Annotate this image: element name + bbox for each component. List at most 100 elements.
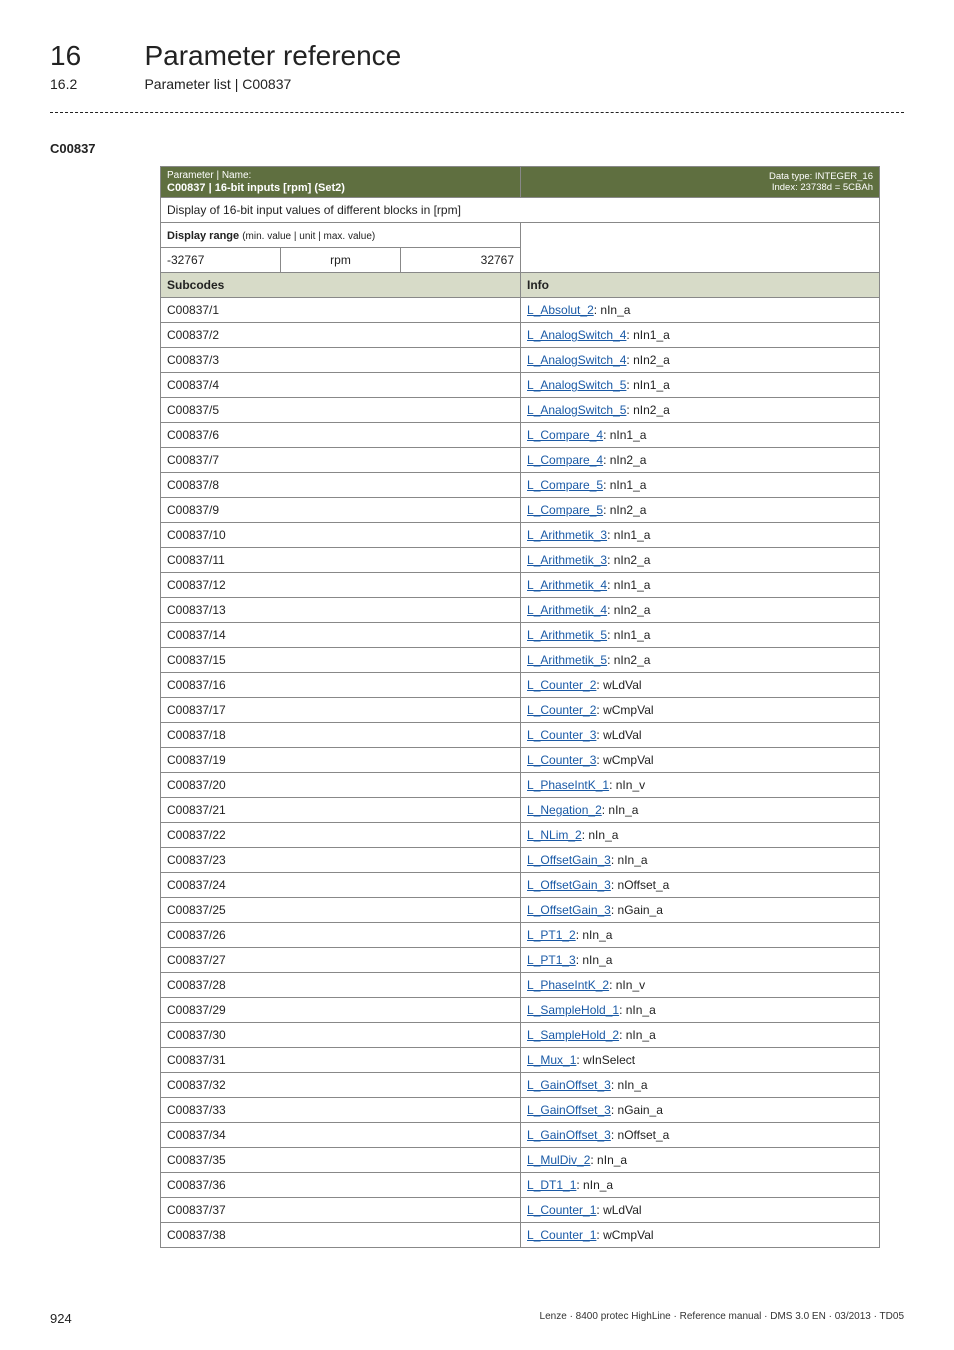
info-cell: L_Arithmetik_5: nIn2_a <box>521 648 880 673</box>
info-cell: L_OffsetGain_3: nOffset_a <box>521 873 880 898</box>
table-row: C00837/35 L_MulDiv_2: nIn_a <box>161 1148 880 1173</box>
subcode-cell: C00837/20 <box>161 773 521 798</box>
info-link[interactable]: L_NLim_2 <box>527 828 582 842</box>
subcodes-header-row: Subcodes Info <box>161 273 880 298</box>
display-range-label-row: Display range (min. value | unit | max. … <box>161 223 880 248</box>
info-link[interactable]: L_Negation_2 <box>527 803 602 817</box>
info-link[interactable]: L_MulDiv_2 <box>527 1153 590 1167</box>
info-link[interactable]: L_Counter_1 <box>527 1203 596 1217</box>
table-row: C00837/20L_PhaseIntK_1: nIn_v <box>161 773 880 798</box>
table-row: C00837/3L_AnalogSwitch_4: nIn2_a <box>161 348 880 373</box>
info-cell: L_GainOffset_3: nGain_a <box>521 1098 880 1123</box>
table-row: C00837/8L_Compare_5: nIn1_a <box>161 473 880 498</box>
header-right-line1: Data type: INTEGER_16 <box>769 171 873 182</box>
subcode-cell: C00837/13 <box>161 598 521 623</box>
info-link[interactable]: L_PhaseIntK_1 <box>527 778 609 792</box>
subcode-cell: C00837/28 <box>161 973 521 998</box>
info-link[interactable]: L_PhaseIntK_2 <box>527 978 609 992</box>
info-link[interactable]: L_Counter_2 <box>527 703 596 717</box>
info-link[interactable]: L_Arithmetik_3 <box>527 528 607 542</box>
info-suffix: : wLdVal <box>596 1203 641 1217</box>
display-range-label: Display range <box>167 230 239 242</box>
info-link[interactable]: L_Compare_5 <box>527 478 603 492</box>
subcode-cell: C00837/24 <box>161 873 521 898</box>
chapter-number: 16 <box>50 40 140 72</box>
table-row: C00837/16L_Counter_2: wLdVal <box>161 673 880 698</box>
table-header-row: Parameter | Name: C00837 | 16-bit inputs… <box>161 167 880 198</box>
info-link[interactable]: L_Arithmetik_3 <box>527 553 607 567</box>
info-link[interactable]: L_Counter_2 <box>527 678 596 692</box>
info-suffix: : nIn_a <box>590 1153 627 1167</box>
display-range-min: -32767 <box>161 248 281 273</box>
info-suffix: : nIn_a <box>576 1178 613 1192</box>
info-cell: L_DT1_1: nIn_a <box>521 1173 880 1198</box>
subcode-cell: C00837/34 <box>161 1123 521 1148</box>
info-link[interactable]: L_PT1_2 <box>527 928 576 942</box>
table-row: C00837/4 L_AnalogSwitch_5: nIn1_a <box>161 373 880 398</box>
table-row: C00837/5L_AnalogSwitch_5: nIn2_a <box>161 398 880 423</box>
info-link[interactable]: L_Arithmetik_4 <box>527 603 607 617</box>
info-link[interactable]: L_AnalogSwitch_5 <box>527 378 626 392</box>
info-cell: L_Negation_2: nIn_a <box>521 798 880 823</box>
table-row: C00837/12L_Arithmetik_4: nIn1_a <box>161 573 880 598</box>
info-link[interactable]: L_GainOffset_3 <box>527 1128 611 1142</box>
info-link[interactable]: L_Compare_4 <box>527 428 603 442</box>
table-row: C00837/26L_PT1_2: nIn_a <box>161 923 880 948</box>
info-link[interactable]: L_GainOffset_3 <box>527 1103 611 1117</box>
section-title: Parameter list | C00837 <box>144 76 291 92</box>
info-link[interactable]: L_Compare_5 <box>527 503 603 517</box>
info-cell: L_Compare_4: nIn1_a <box>521 423 880 448</box>
info-cell: L_GainOffset_3: nIn_a <box>521 1073 880 1098</box>
info-suffix: : nOffset_a <box>611 878 669 892</box>
subcode-cell: C00837/27 <box>161 948 521 973</box>
info-suffix: : nIn2_a <box>607 603 650 617</box>
table-row: C00837/33L_GainOffset_3: nGain_a <box>161 1098 880 1123</box>
table-row: C00837/31L_Mux_1: wInSelect <box>161 1048 880 1073</box>
info-link[interactable]: L_OffsetGain_3 <box>527 903 611 917</box>
table-row: C00837/32L_GainOffset_3: nIn_a <box>161 1073 880 1098</box>
info-link[interactable]: L_AnalogSwitch_4 <box>527 353 626 367</box>
info-link[interactable]: L_Arithmetik_5 <box>527 653 607 667</box>
info-cell: L_Mux_1: wInSelect <box>521 1048 880 1073</box>
table-row: C00837/24L_OffsetGain_3: nOffset_a <box>161 873 880 898</box>
info-suffix: : nIn_a <box>594 303 631 317</box>
info-suffix: : nIn_a <box>619 1028 656 1042</box>
info-link[interactable]: L_Counter_1 <box>527 1228 596 1242</box>
info-link[interactable]: L_Counter_3 <box>527 753 596 767</box>
info-link[interactable]: L_Arithmetik_4 <box>527 578 607 592</box>
subcode-cell: C00837/4 <box>161 373 521 398</box>
info-suffix: : nIn1_a <box>626 378 669 392</box>
table-row: C00837/14L_Arithmetik_5: nIn1_a <box>161 623 880 648</box>
info-link[interactable]: L_Absolut_2 <box>527 303 594 317</box>
info-link[interactable]: L_Arithmetik_5 <box>527 628 607 642</box>
info-link[interactable]: L_SampleHold_2 <box>527 1028 619 1042</box>
info-link[interactable]: L_AnalogSwitch_4 <box>527 328 626 342</box>
parameter-code-heading: C00837 <box>50 141 904 156</box>
table-row: C00837/1L_Absolut_2: nIn_a <box>161 298 880 323</box>
info-suffix: : nIn_a <box>611 853 648 867</box>
info-suffix: : nIn_a <box>611 1078 648 1092</box>
info-link[interactable]: L_Mux_1 <box>527 1053 576 1067</box>
info-link[interactable]: L_SampleHold_1 <box>527 1003 619 1017</box>
info-cell: L_Counter_2: wLdVal <box>521 673 880 698</box>
info-link[interactable]: L_DT1_1 <box>527 1178 576 1192</box>
table-row: C00837/28L_PhaseIntK_2: nIn_v <box>161 973 880 998</box>
info-link[interactable]: L_PT1_3 <box>527 953 576 967</box>
subcode-cell: C00837/21 <box>161 798 521 823</box>
info-suffix: : wInSelect <box>576 1053 635 1067</box>
info-cell: L_Arithmetik_3: nIn1_a <box>521 523 880 548</box>
info-suffix: : nGain_a <box>611 1103 663 1117</box>
subcode-cell: C00837/15 <box>161 648 521 673</box>
info-link[interactable]: L_OffsetGain_3 <box>527 853 611 867</box>
subcode-cell: C00837/7 <box>161 448 521 473</box>
info-link[interactable]: L_Compare_4 <box>527 453 603 467</box>
subcode-cell: C00837/6 <box>161 423 521 448</box>
subcode-cell: C00837/16 <box>161 673 521 698</box>
subcode-cell: C00837/35 <box>161 1148 521 1173</box>
info-link[interactable]: L_AnalogSwitch_5 <box>527 403 626 417</box>
info-link[interactable]: L_OffsetGain_3 <box>527 878 611 892</box>
info-link[interactable]: L_GainOffset_3 <box>527 1078 611 1092</box>
info-link[interactable]: L_Counter_3 <box>527 728 596 742</box>
table-row: C00837/17L_Counter_2: wCmpVal <box>161 698 880 723</box>
divider-dashed <box>50 112 904 113</box>
